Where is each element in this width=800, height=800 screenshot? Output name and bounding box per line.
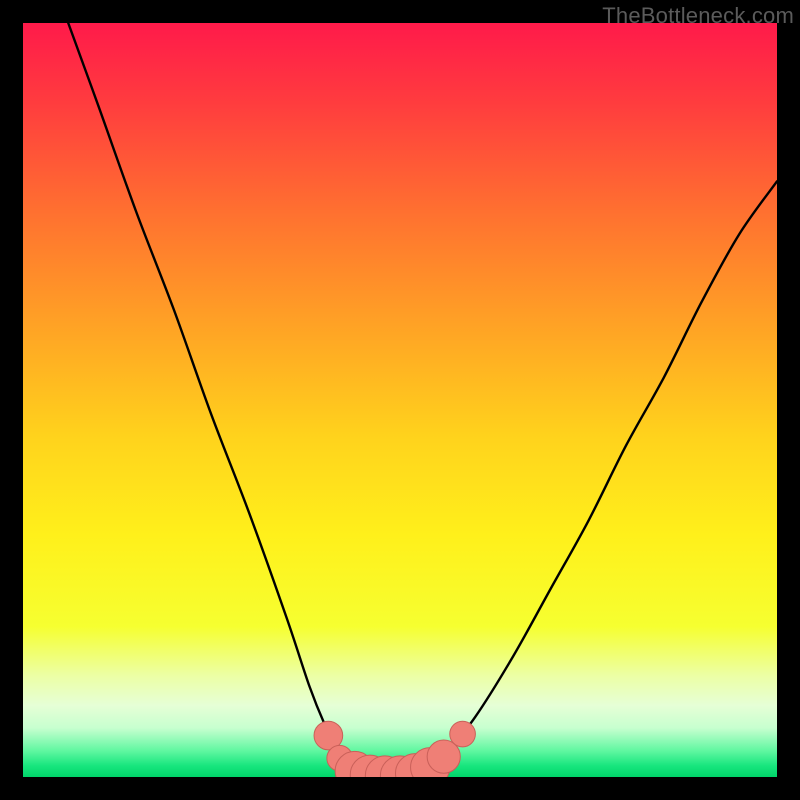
watermark-text: TheBottleneck.com (602, 3, 794, 29)
plot-area (23, 23, 777, 777)
bottleneck-curve (68, 23, 777, 777)
curve-layer (23, 23, 777, 777)
curve-marker (450, 721, 476, 747)
chart-frame: TheBottleneck.com (0, 0, 800, 800)
marker-group (314, 721, 475, 777)
